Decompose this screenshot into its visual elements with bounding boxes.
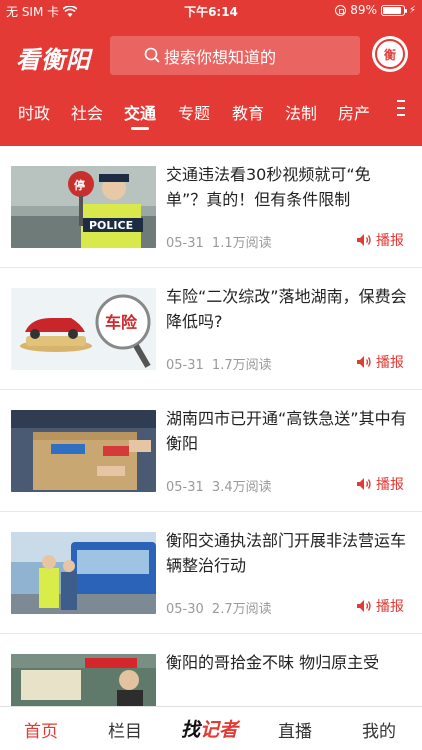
app-logo[interactable]: 看衡阳 (16, 40, 91, 75)
speaker-icon (357, 356, 371, 368)
news-views: 3.4万阅读 (211, 480, 272, 495)
news-thumbnail: POLICE 停 (11, 166, 156, 248)
news-views: 1.7万阅读 (211, 358, 272, 373)
stop-sign-text: 停 (74, 178, 85, 192)
news-title: 车险“二次综改”落地湖南，保费会降低吗? (166, 287, 407, 331)
nav-column[interactable]: 栏目 (108, 717, 142, 742)
broadcast-label: 播报 (376, 599, 404, 615)
bottom-nav: 首页 栏目 找记者 直播 我的 (0, 706, 422, 750)
news-item[interactable]: 衡阳交通执法部门开展非法营运车辆整治行动 05-30 2.7万阅读 播报 (0, 512, 422, 634)
search-bar[interactable]: 搜索你想知道的 (110, 36, 360, 75)
news-item[interactable]: 湖南四市已开通“高铁急送”其中有衡阳 05-31 3.4万阅读 播报 (0, 390, 422, 512)
search-placeholder: 搜索你想知道的 (164, 47, 277, 67)
category-tabs: 时政 社会 交通 专题 教育 法制 房产 (0, 94, 422, 134)
news-title: 交通违法看30秒视频就可“免单”？真的！但有条件限制 (166, 165, 371, 209)
news-meta: 05-31 3.4万阅读 (166, 476, 272, 495)
active-tab-indicator (131, 127, 149, 130)
news-title: 湖南四市已开通“高铁急送”其中有衡阳 (166, 409, 407, 453)
news-meta: 05-30 2.7万阅读 (166, 598, 272, 617)
news-date: 05-31 (166, 480, 204, 495)
news-date: 05-31 (166, 236, 204, 251)
more-menu-icon[interactable] (397, 100, 405, 116)
news-thumbnail: 车险 (11, 288, 156, 370)
status-bar: 无 SIM 卡 下午6:14 89% ⚡ (0, 0, 422, 22)
news-date: 05-30 (166, 602, 204, 617)
broadcast-label: 播报 (376, 477, 404, 493)
nav-live[interactable]: 直播 (278, 717, 312, 742)
speaker-icon (357, 234, 371, 246)
news-thumbnail (11, 654, 156, 706)
tab-jiaotong[interactable]: 交通 (124, 100, 156, 124)
speaker-icon (357, 600, 371, 612)
news-meta: 05-31 1.7万阅读 (166, 354, 272, 373)
news-meta: 05-31 1.1万阅读 (166, 232, 272, 251)
battery-percent: 89% (350, 3, 377, 17)
broadcast-label: 播报 (376, 233, 404, 249)
media-badge-text: 衡 (375, 39, 405, 69)
nav-brand-a: 找 (181, 719, 201, 741)
broadcast-button[interactable]: 播报 (356, 596, 404, 616)
tab-shehui[interactable]: 社会 (71, 100, 103, 124)
news-thumbnail (11, 532, 156, 614)
news-item[interactable]: 衡阳的哥拾金不昧 物归原主受 (0, 634, 422, 706)
media-badge-icon[interactable]: 衡 (372, 36, 408, 72)
broadcast-button[interactable]: 播报 (356, 352, 404, 372)
broadcast-button[interactable]: 播报 (356, 230, 404, 250)
battery-fill (382, 6, 401, 14)
nav-mine[interactable]: 我的 (362, 717, 396, 742)
news-item[interactable]: POLICE 停 交通违法看30秒视频就可“免单”？真的！但有条件限制 05-3… (0, 146, 422, 268)
tab-fangchan[interactable]: 房产 (338, 100, 370, 124)
news-date: 05-31 (166, 358, 204, 373)
charging-icon: ⚡ (408, 4, 416, 16)
broadcast-label: 播报 (376, 355, 404, 371)
broadcast-button[interactable]: 播报 (356, 474, 404, 494)
orientation-lock-icon (335, 4, 347, 16)
tab-fazhi[interactable]: 法制 (285, 100, 317, 124)
nav-home[interactable]: 首页 (24, 717, 58, 742)
top-header: 无 SIM 卡 下午6:14 89% ⚡ 看衡阳 搜索你想知道的 衡 时政 社会… (0, 0, 422, 146)
nav-brand-b: 记者 (200, 719, 239, 741)
police-vest-text: POLICE (89, 219, 133, 232)
nav-find-reporter[interactable]: 找记者 (181, 715, 238, 742)
news-item[interactable]: 车险 车险“二次综改”落地湖南，保费会降低吗? 05-31 1.7万阅读 播报 (0, 268, 422, 390)
tab-shizheng[interactable]: 时政 (18, 100, 50, 124)
tab-jiaoyu[interactable]: 教育 (232, 100, 264, 124)
chexian-text: 车险 (105, 313, 138, 332)
battery-icon (380, 4, 407, 16)
news-title: 衡阳交通执法部门开展非法营运车辆整治行动 (166, 531, 407, 575)
news-views: 2.7万阅读 (211, 602, 272, 617)
speaker-icon (357, 478, 371, 490)
news-title: 衡阳的哥拾金不昧 物归原主受 (166, 653, 380, 672)
search-icon (144, 47, 160, 63)
news-thumbnail (11, 410, 156, 492)
news-views: 1.1万阅读 (211, 236, 272, 251)
tab-zhuanti[interactable]: 专题 (178, 100, 210, 124)
